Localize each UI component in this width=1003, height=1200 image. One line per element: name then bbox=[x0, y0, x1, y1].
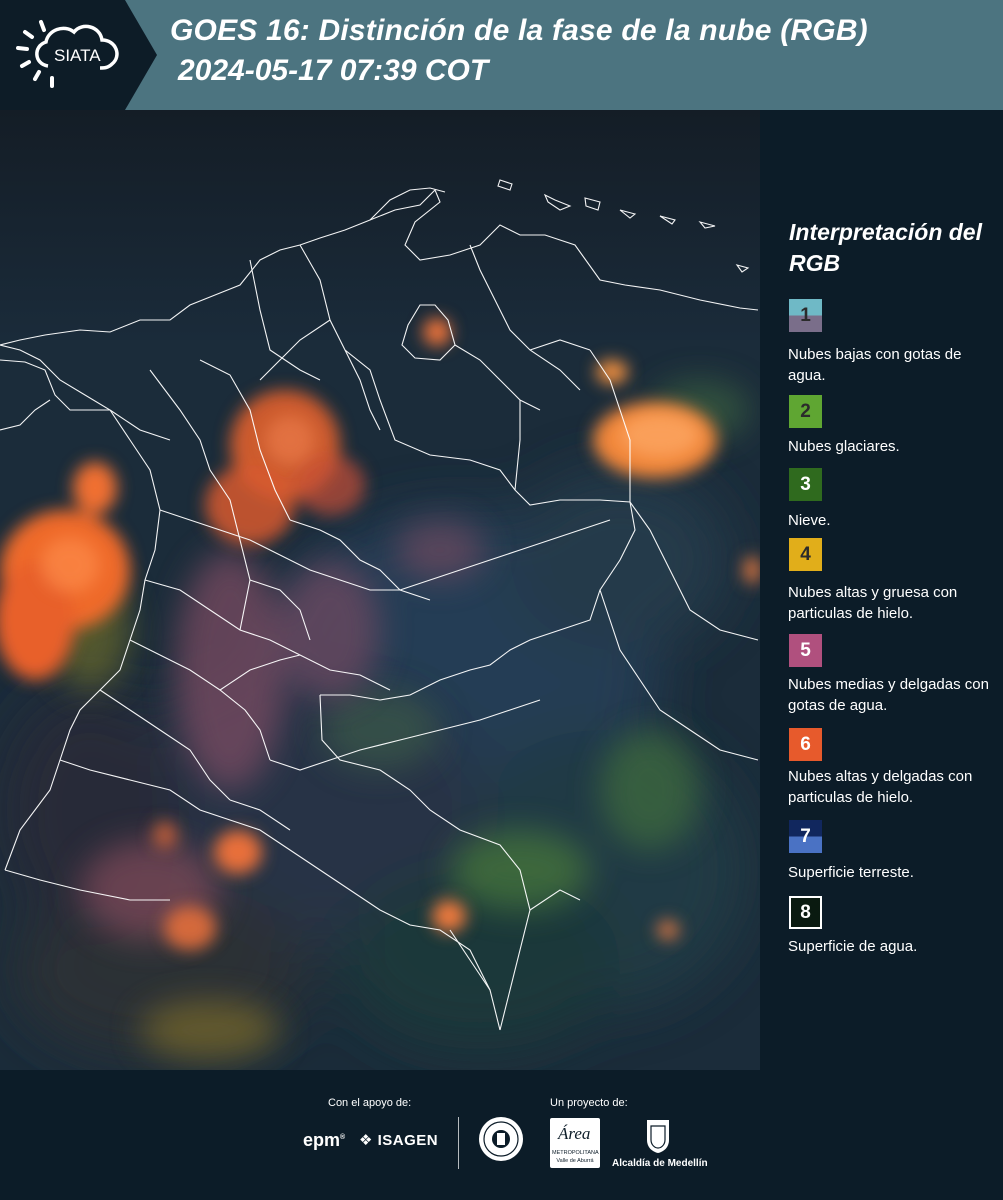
legend-swatch-2: 2 bbox=[789, 395, 822, 428]
footer: Con el apoyo de: Un proyecto de: epm® ❖ … bbox=[0, 1070, 1003, 1200]
isagen-icon: ❖ bbox=[359, 1132, 373, 1149]
legend-label-4: Nubes altas y gruesa con particulas de h… bbox=[788, 584, 958, 622]
alcaldia-medellin-shield-icon bbox=[645, 1118, 671, 1154]
support-label: Con el apoyo de: bbox=[328, 1097, 412, 1109]
page-title: GOES 16: Distinción de la fase de la nub… bbox=[170, 14, 868, 47]
legend-label-2: Nubes glaciares. bbox=[788, 438, 900, 455]
legend-label-1: Nubes bajas con gotas de agua. bbox=[788, 346, 962, 384]
satellite-rgb-map bbox=[0, 110, 760, 1070]
footer-divider bbox=[458, 1117, 459, 1169]
legend-label-5: Nubes medias y delgadas con gotas de agu… bbox=[788, 676, 989, 714]
legend-swatch-5: 5 bbox=[789, 634, 822, 667]
header: SIATA GOES 16: Distinción de la fase de … bbox=[0, 0, 1003, 110]
legend-label-8: Superficie de agua. bbox=[788, 938, 918, 955]
siata-logo-panel: SIATA bbox=[0, 0, 160, 110]
legend-label-3: Nieve. bbox=[788, 512, 831, 529]
rgb-legend: Interpretación del RGB 1 Nubes bajas con… bbox=[760, 110, 1003, 1070]
alcaldia-medellin-label: Alcaldía de Medellín bbox=[612, 1158, 708, 1169]
project-label: Un proyecto de: bbox=[550, 1097, 628, 1109]
area-metropolitana-logo: Área METROPOLITANA Valle de Aburrá bbox=[550, 1118, 600, 1168]
isagen-logo: ❖ ISAGEN bbox=[359, 1132, 439, 1149]
university-seal-icon bbox=[478, 1116, 524, 1162]
siata-logo-icon: SIATA bbox=[0, 0, 157, 110]
legend-swatch-4: 4 bbox=[789, 538, 822, 571]
legend-swatch-3: 3 bbox=[789, 468, 822, 501]
siata-logo-text: SIATA bbox=[54, 46, 101, 65]
legend-label-6: Nubes altas y delgadas con particulas de… bbox=[788, 768, 973, 806]
epm-logo: epm® bbox=[303, 1130, 346, 1150]
image-timestamp: 2024-05-17 07:39 COT bbox=[178, 54, 489, 87]
legend-swatch-8: 8 bbox=[789, 896, 822, 929]
legend-swatch-1: 1 bbox=[789, 299, 822, 332]
legend-swatch-7: 7 bbox=[789, 820, 822, 853]
legend-label-7: Superficie terreste. bbox=[788, 864, 914, 881]
legend-swatch-6: 6 bbox=[789, 728, 822, 761]
legend-title: Interpretación del RGB bbox=[789, 219, 982, 276]
